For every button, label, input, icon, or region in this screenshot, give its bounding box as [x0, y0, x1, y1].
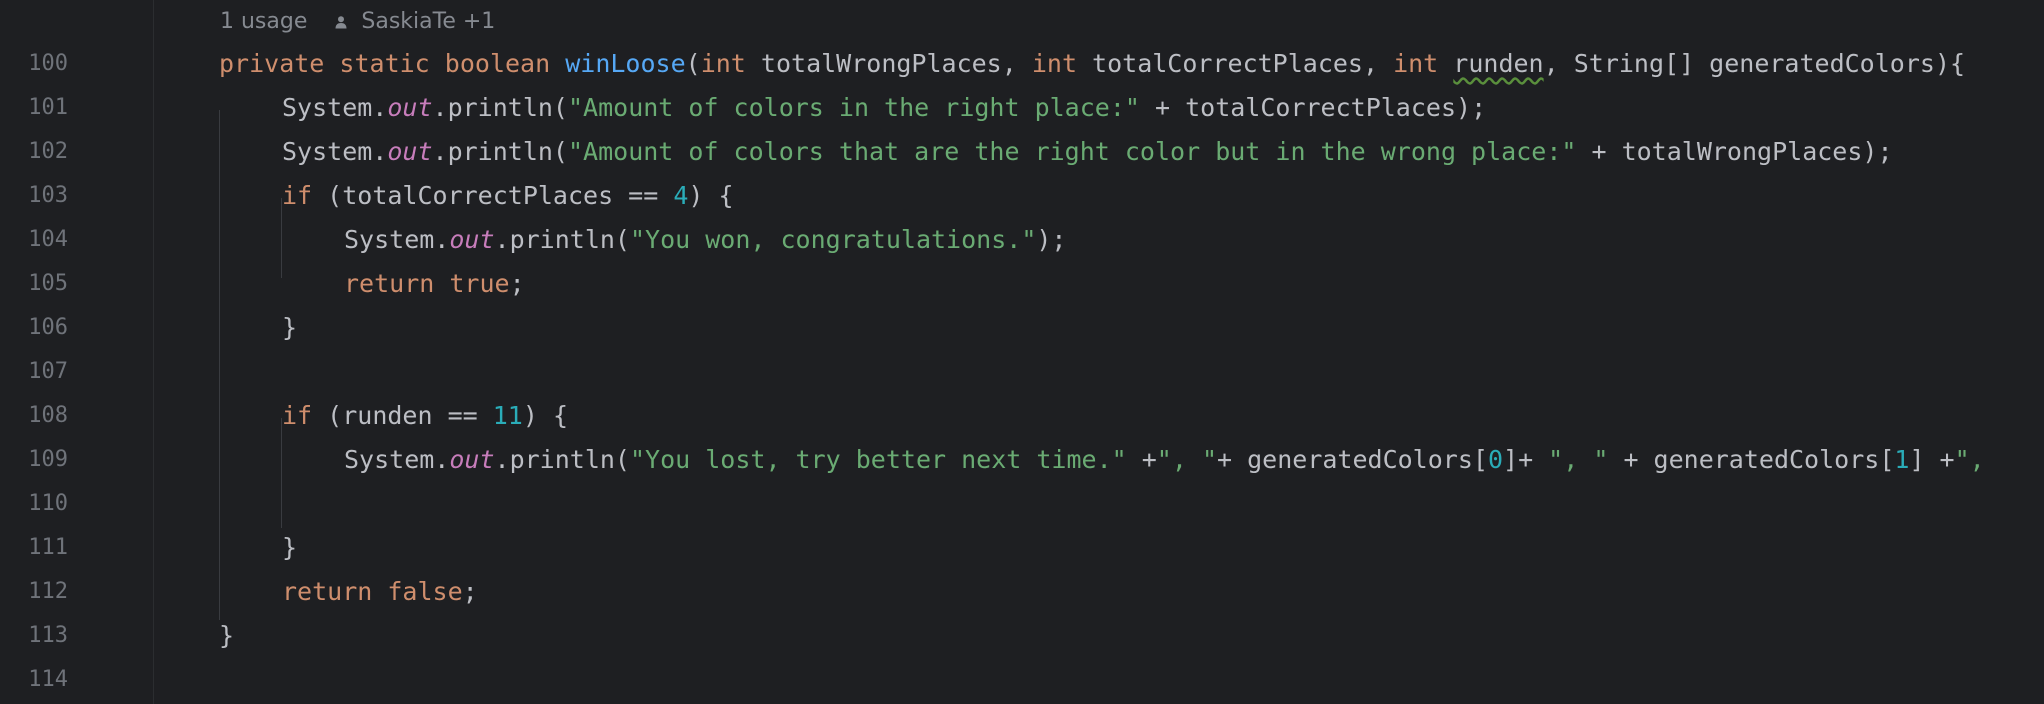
method-name[interactable]: winLoose: [565, 49, 685, 78]
line-number: 112: [28, 579, 68, 604]
closing-brace: }: [282, 533, 298, 562]
code-token: ) {: [688, 181, 734, 210]
number-literal: 1: [1894, 445, 1910, 474]
parameter-text: , String[] generatedColors){: [1543, 49, 1966, 78]
code-token: .println(: [494, 225, 630, 254]
number-literal: 0: [1487, 445, 1504, 474]
static-field-token: out: [387, 137, 433, 166]
code-token: .println(: [432, 93, 568, 122]
code-token: +: [1126, 445, 1157, 474]
code-token: + totalCorrectPlaces);: [1139, 93, 1487, 122]
string-literal: "You won, congratulations.": [629, 225, 1037, 254]
parameter-text: totalCorrectPlaces,: [1077, 49, 1394, 78]
number-literal: 4: [673, 181, 689, 210]
static-field-token: out: [449, 445, 495, 474]
string-literal: ",: [1954, 445, 1985, 474]
code-line-109[interactable]: System.out.println("You lost, try better…: [344, 438, 1985, 482]
closing-brace: }: [282, 313, 298, 342]
line-number-gutter[interactable]: 100 101 102 103 104 105 106 107 108 109 …: [0, 0, 154, 704]
keyword-token: int: [1031, 49, 1077, 78]
closing-brace: }: [219, 621, 235, 650]
indent-guide: [219, 110, 220, 620]
line-number: 107: [28, 359, 68, 384]
number-literal: 11: [492, 401, 523, 430]
line-number: 110: [28, 491, 68, 516]
line-number: 100: [28, 51, 68, 76]
line-number: 111: [28, 535, 68, 560]
punctuation: (: [685, 49, 701, 78]
parameter-text: totalWrongPlaces,: [745, 49, 1032, 78]
line-number: 101: [28, 95, 68, 120]
keyword-token: boolean: [444, 49, 551, 78]
string-literal: "You lost, try better next time.": [629, 445, 1127, 474]
code-token: .println(: [494, 445, 630, 474]
string-literal: "Amount of colors in the right place:": [567, 93, 1140, 122]
code-token: (totalCorrectPlaces ==: [312, 181, 674, 210]
string-literal: "Amount of colors that are the right col…: [567, 137, 1577, 166]
code-token: + totalWrongPlaces);: [1576, 137, 1893, 166]
keyword-token: true: [449, 269, 510, 298]
code-token: );: [1036, 225, 1067, 254]
code-token: System.: [282, 137, 388, 166]
code-token: ]+: [1503, 445, 1549, 474]
code-token: System.: [344, 225, 450, 254]
static-field-token: out: [449, 225, 495, 254]
line-number: 106: [28, 315, 68, 340]
line-number: 114: [28, 667, 68, 692]
code-line-112[interactable]: return false;: [282, 570, 478, 614]
code-token: + generatedColors[: [1217, 445, 1488, 474]
line-number: 109: [28, 447, 68, 472]
code-line-108[interactable]: if (runden == 11) {: [282, 394, 568, 438]
keyword-token: if: [282, 401, 313, 430]
code-token: ) {: [522, 401, 568, 430]
code-token: System.: [344, 445, 450, 474]
usages-link[interactable]: 1 usage: [220, 9, 307, 34]
keyword-token: int: [700, 49, 746, 78]
keyword-token: false: [387, 577, 463, 606]
keyword-token: return: [282, 577, 373, 606]
code-token: (runden ==: [312, 401, 493, 430]
string-literal: ", ": [1548, 445, 1609, 474]
code-line-106[interactable]: }: [282, 306, 297, 350]
code-token: ;: [509, 269, 525, 298]
string-literal: ", ": [1156, 445, 1218, 474]
keyword-token: return: [344, 269, 435, 298]
code-token: System.: [282, 93, 388, 122]
code-token: ;: [462, 577, 478, 606]
line-number: 103: [28, 183, 68, 208]
code-line-104[interactable]: System.out.println("You won, congratulat…: [344, 218, 1066, 262]
authors-link[interactable]: SaskiaTe +1: [361, 9, 495, 34]
line-number: 104: [28, 227, 68, 252]
keyword-token: if: [282, 181, 313, 210]
keyword-token: private: [219, 49, 325, 78]
line-number: 102: [28, 139, 68, 164]
code-line-103[interactable]: if (totalCorrectPlaces == 4) {: [282, 174, 734, 218]
code-token: .println(: [432, 137, 568, 166]
code-line-113[interactable]: }: [219, 614, 234, 658]
keyword-token: static: [339, 49, 430, 78]
line-number: 108: [28, 403, 68, 428]
person-icon: [335, 16, 347, 29]
code-editor[interactable]: 100 101 102 103 104 105 106 107 108 109 …: [0, 0, 2044, 704]
line-number: 113: [28, 623, 68, 648]
static-field-token: out: [387, 93, 433, 122]
code-line-101[interactable]: System.out.println("Amount of colors in …: [282, 86, 1486, 130]
code-line-105[interactable]: return true;: [344, 262, 525, 306]
code-line-111[interactable]: }: [282, 526, 297, 570]
code-line-100[interactable]: private static boolean winLoose(int tota…: [219, 42, 1965, 86]
code-vision-hint[interactable]: 1 usage SaskiaTe +1: [220, 0, 495, 44]
keyword-token: int: [1393, 49, 1439, 78]
code-token: ] +: [1909, 445, 1955, 474]
code-token: + generatedColors[: [1608, 445, 1895, 474]
code-line-102[interactable]: System.out.println("Amount of colors tha…: [282, 130, 1893, 174]
typo-warning-parameter[interactable]: runden: [1453, 49, 1543, 78]
line-number: 105: [28, 271, 68, 296]
